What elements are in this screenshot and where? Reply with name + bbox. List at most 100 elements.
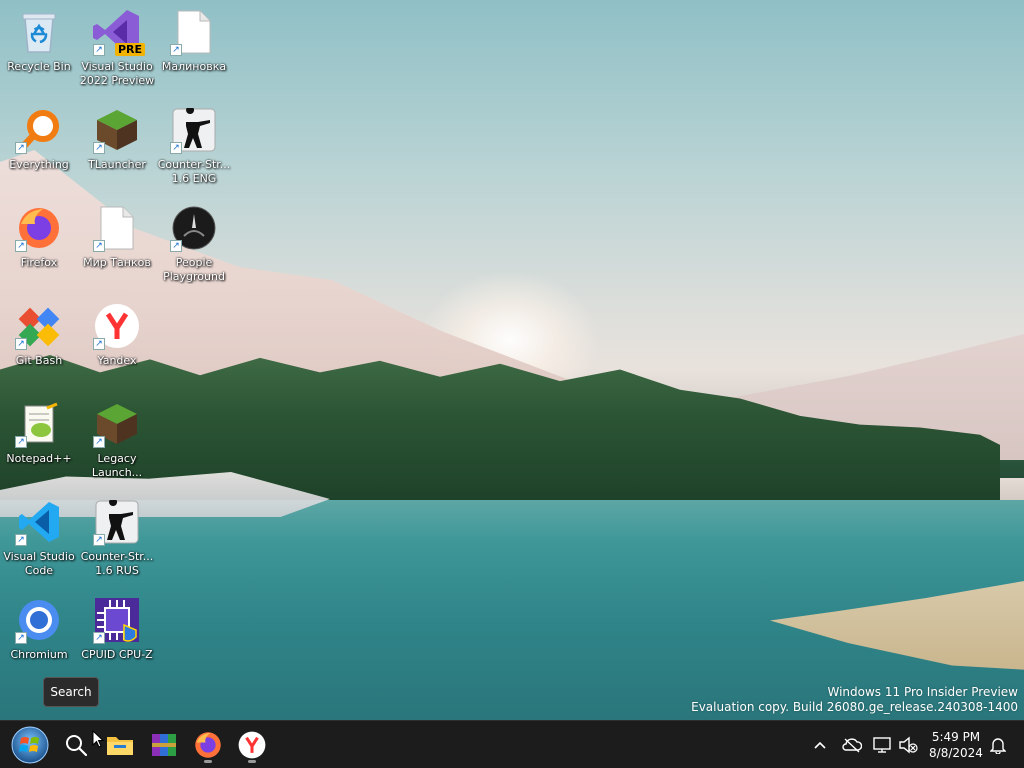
desktop-icon-visual-studio-preview[interactable]: PRE ↗ Visual Studio 2022 Preview: [79, 4, 155, 96]
search-icon: [66, 735, 88, 757]
desktop-icon-label: Git Bash: [15, 354, 63, 367]
desktop-icon-label: Recycle Bin: [7, 60, 71, 73]
show-hidden-icons-button[interactable]: [808, 733, 832, 757]
shortcut-arrow-icon: ↗: [93, 534, 105, 546]
git-bash-icon: ↗: [15, 302, 63, 350]
desktop-icon-recycle-bin[interactable]: Recycle Bin: [1, 4, 77, 96]
desktop-icon-cpu-z[interactable]: ↗ CPUID CPU-Z: [79, 592, 155, 684]
desktop-icon-mir-tankov[interactable]: ↗ Мир Танков: [79, 200, 155, 292]
vscode-icon: ↗: [15, 498, 63, 546]
shortcut-arrow-icon: ↗: [170, 142, 182, 154]
blank-document-icon: ↗: [93, 204, 141, 252]
desktop-icon-notepad-plus-plus[interactable]: ↗ Notepad++: [1, 396, 77, 488]
desktop-icon-tlauncher[interactable]: ↗ TLauncher: [79, 102, 155, 194]
counter-strike-icon: ↗: [170, 106, 218, 154]
desktop-icon-yandex[interactable]: ↗ Yandex: [79, 298, 155, 390]
shortcut-arrow-icon: ↗: [170, 44, 182, 56]
running-indicator: [204, 760, 212, 763]
desktop-icon-label: Мир Танков: [83, 256, 151, 269]
taskbar-file-explorer[interactable]: [100, 725, 140, 765]
desktop-icon-label: Notepad++: [6, 452, 72, 465]
chevron-up-icon: [814, 741, 826, 749]
start-orb-icon: [11, 726, 49, 764]
desktop-icon-git-bash[interactable]: ↗ Git Bash: [1, 298, 77, 390]
winrar-icon: [152, 734, 176, 756]
yandex-browser-icon: ↗: [93, 302, 141, 350]
desktop-icon-counter-strike-rus[interactable]: ↗ Counter-Str... 1.6 RUS: [79, 494, 155, 586]
mouse-cursor-icon: [92, 730, 104, 748]
people-playground-icon: ↗: [170, 204, 218, 252]
desktop-icon-legacy-launcher[interactable]: ↗ Legacy Launch...: [79, 396, 155, 488]
shortcut-arrow-icon: ↗: [93, 44, 105, 56]
tooltip-text: Search: [50, 685, 92, 699]
shortcut-arrow-icon: ↗: [15, 436, 27, 448]
legacy-launcher-icon: ↗: [93, 400, 141, 448]
clock-date: 8/8/2024: [929, 746, 983, 760]
desktop-icon-label: Chromium: [10, 648, 68, 661]
preview-badge: PRE: [114, 43, 145, 56]
taskbar-winrar[interactable]: [144, 725, 184, 765]
blank-document-icon: ↗: [170, 8, 218, 56]
desktop-icon-label: Visual Studio Code: [3, 550, 75, 577]
volume-muted-icon: [899, 736, 918, 754]
taskbar-yandex[interactable]: [232, 725, 272, 765]
desktop-icon-vscode[interactable]: ↗ Visual Studio Code: [1, 494, 77, 586]
search-tooltip: Search: [43, 677, 99, 707]
watermark-line-2: Evaluation copy. Build 26080.ge_release.…: [691, 700, 1018, 714]
taskbar-firefox[interactable]: [188, 725, 228, 765]
chromium-icon: ↗: [15, 596, 63, 644]
desktop-icon-chromium[interactable]: ↗ Chromium: [1, 592, 77, 684]
shortcut-arrow-icon: ↗: [15, 142, 27, 154]
desktop-icon-label: Legacy Launch...: [91, 452, 143, 479]
desktop-icon-label: TLauncher: [88, 158, 146, 171]
shortcut-arrow-icon: ↗: [15, 338, 27, 350]
taskbar: 5:49 PM 8/8/2024: [0, 720, 1024, 768]
shortcut-arrow-icon: ↗: [93, 436, 105, 448]
shortcut-arrow-icon: ↗: [93, 142, 105, 154]
counter-strike-icon: ↗: [93, 498, 141, 546]
desktop-icon-label: Visual Studio 2022 Preview: [79, 60, 155, 87]
onedrive-tray-button[interactable]: [840, 733, 864, 757]
notifications-button[interactable]: [986, 733, 1010, 757]
start-button[interactable]: [10, 725, 50, 765]
desktop-icon-label: Малиновка: [161, 60, 227, 73]
desktop-icon-label: People Playground: [163, 256, 225, 283]
desktop-icon-label: Counter-Str... 1.6 ENG: [157, 158, 231, 185]
network-tray-button[interactable]: [870, 733, 894, 757]
taskbar-search-button[interactable]: [56, 725, 96, 765]
desktop-icon-everything[interactable]: ↗ Everything: [1, 102, 77, 194]
watermark-line-1: Windows 11 Pro Insider Preview: [827, 685, 1018, 699]
desktop-icon-label: Firefox: [20, 256, 58, 269]
shortcut-arrow-icon: ↗: [170, 240, 182, 252]
shortcut-arrow-icon: ↗: [15, 240, 27, 252]
firefox-icon: ↗: [15, 204, 63, 252]
shortcut-arrow-icon: ↗: [93, 632, 105, 644]
cloud-offline-icon: [842, 738, 862, 753]
desktop-icon-label: Yandex: [97, 354, 137, 367]
desktop-icon-label: CPUID CPU-Z: [81, 648, 153, 661]
desktop-icon-label: Counter-Str... 1.6 RUS: [80, 550, 154, 577]
visual-studio-icon: PRE ↗: [93, 8, 145, 56]
desktop-icon-label: Everything: [9, 158, 69, 171]
running-indicator: [248, 760, 256, 763]
firefox-icon: [195, 732, 221, 758]
desktop-icon-counter-strike-eng[interactable]: ↗ Counter-Str... 1.6 ENG: [156, 102, 232, 194]
file-explorer-icon: [107, 737, 133, 755]
shortcut-arrow-icon: ↗: [93, 338, 105, 350]
desktop-icon-firefox[interactable]: ↗ Firefox: [1, 200, 77, 292]
shortcut-arrow-icon: ↗: [93, 240, 105, 252]
network-icon: [873, 737, 891, 753]
everything-search-icon: ↗: [15, 106, 63, 154]
system-clock[interactable]: 5:49 PM 8/8/2024: [926, 729, 986, 761]
volume-tray-button[interactable]: [896, 733, 920, 757]
tlauncher-icon: ↗: [93, 106, 141, 154]
desktop-icon-malinovka[interactable]: ↗ Малиновка: [156, 4, 232, 96]
desktop-icon-people-playground[interactable]: ↗ People Playground: [156, 200, 232, 292]
yandex-browser-icon: [238, 731, 266, 759]
shortcut-arrow-icon: ↗: [15, 534, 27, 546]
cpu-z-icon: ↗: [93, 596, 141, 644]
notepad-plus-plus-icon: ↗: [15, 400, 63, 448]
recycle-bin-icon: [15, 8, 63, 56]
evaluation-watermark: Windows 11 Pro Insider Preview Evaluatio…: [691, 685, 1018, 715]
clock-time: 5:49 PM: [931, 730, 981, 744]
